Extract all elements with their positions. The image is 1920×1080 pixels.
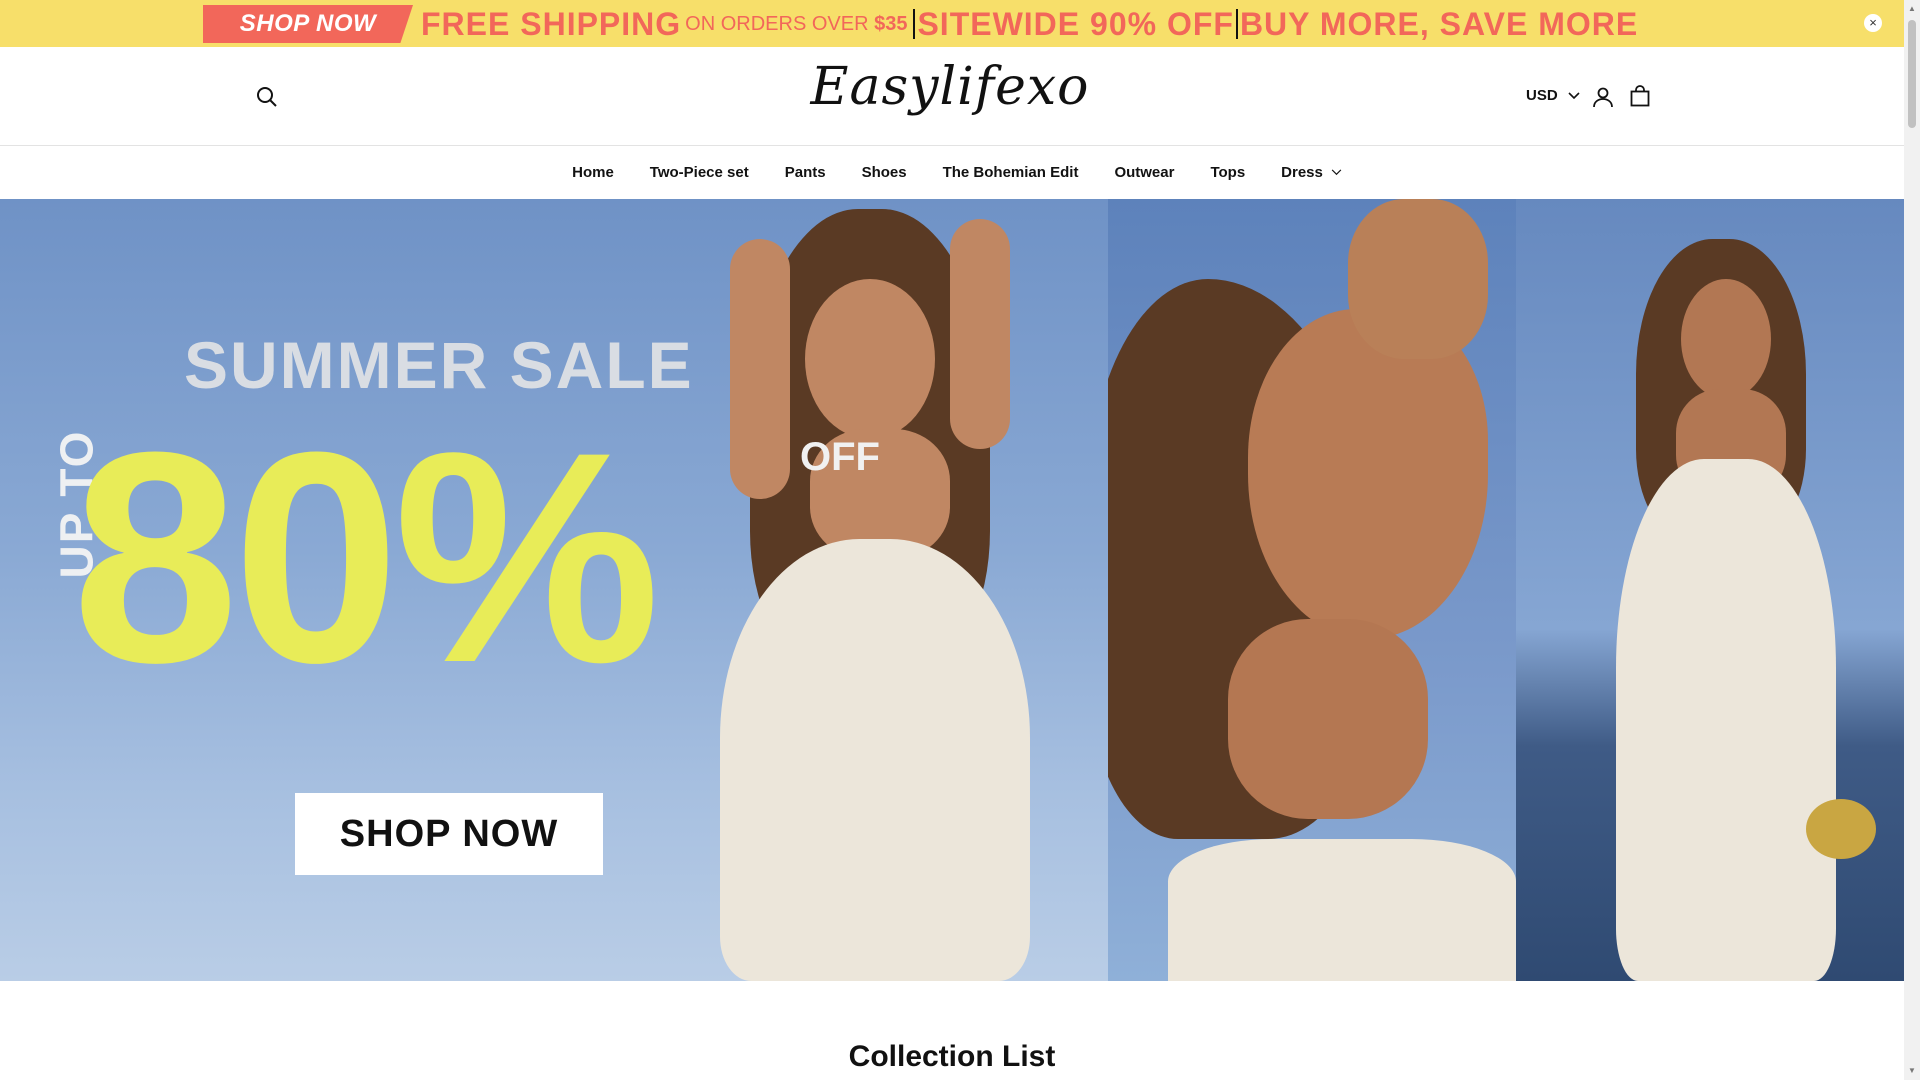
site-logo[interactable]: Easylifexo [800,57,1100,117]
nav-item-two-piece-set[interactable]: Two-Piece set [650,164,749,181]
chevron-down-icon [1568,91,1580,99]
free-shipping-text: FREE SHIPPING [421,5,682,42]
search-icon[interactable] [255,85,279,109]
announcement-divider [1235,9,1238,39]
scroll-down-icon[interactable]: ▼ [1907,1066,1917,1076]
currency-label: USD [1526,87,1558,104]
nav-item-dress-label: Dress [1281,164,1323,181]
shopping-bag-icon[interactable] [1628,84,1652,108]
nav-item-pants[interactable]: Pants [785,164,826,181]
scroll-up-icon[interactable]: ▲ [1907,4,1917,14]
model-beach-image [1576,239,1876,981]
collection-list-title: Collection List [848,1040,1056,1073]
main-navigation: Home Two-Piece set Pants Shoes The Bohem… [0,146,1904,199]
hero-shop-now-button[interactable]: SHOP NOW [295,793,603,875]
nav-item-dress[interactable]: Dress [1281,164,1342,181]
scrollbar-thumb[interactable] [1908,20,1916,128]
nav-item-outwear[interactable]: Outwear [1114,164,1174,181]
buy-more-text: BUY MORE, SAVE MORE [1239,5,1639,42]
hero-discount: 80% [72,389,660,725]
hero-panel-beach [1516,199,1904,981]
nav-item-shoes[interactable]: Shoes [862,164,907,181]
model-portrait-image [1108,199,1516,981]
hero-panel-sale: SUMMER SALE UP TO 80% OFF SHOP NOW [0,199,1108,981]
hero-banner[interactable]: SUMMER SALE UP TO 80% OFF SHOP NOW [0,199,1904,981]
chevron-down-icon [1331,169,1342,176]
orders-over-amount: $35 [874,12,908,35]
announcement-divider [913,9,916,39]
announcement-shop-now-tag[interactable]: SHOP NOW [203,5,413,43]
announcement-content[interactable]: SHOP NOW FREE SHIPPING ON ORDERS OVER $3… [203,4,1638,44]
currency-selector[interactable]: USD [1526,87,1580,104]
site-header: Easylifexo USD [0,47,1904,146]
orders-over-label: ON ORDERS OVER [685,12,869,35]
hero-off-label: OFF [800,434,880,480]
hero-panel-portrait [1108,199,1516,981]
nav-item-home[interactable]: Home [572,164,614,181]
user-icon[interactable] [1591,85,1615,109]
close-icon[interactable]: × [1864,14,1882,32]
orders-over-text: ON ORDERS OVER $35 [685,13,907,36]
nav-item-tops[interactable]: Tops [1210,164,1245,181]
nav-item-bohemian-edit[interactable]: The Bohemian Edit [943,164,1079,181]
model-image [700,199,1080,981]
sitewide-offer-text: SITEWIDE 90% OFF [917,5,1234,42]
announcement-bar: SHOP NOW FREE SHIPPING ON ORDERS OVER $3… [0,0,1904,47]
page-scrollbar[interactable]: ▲ ▼ [1904,0,1920,1080]
